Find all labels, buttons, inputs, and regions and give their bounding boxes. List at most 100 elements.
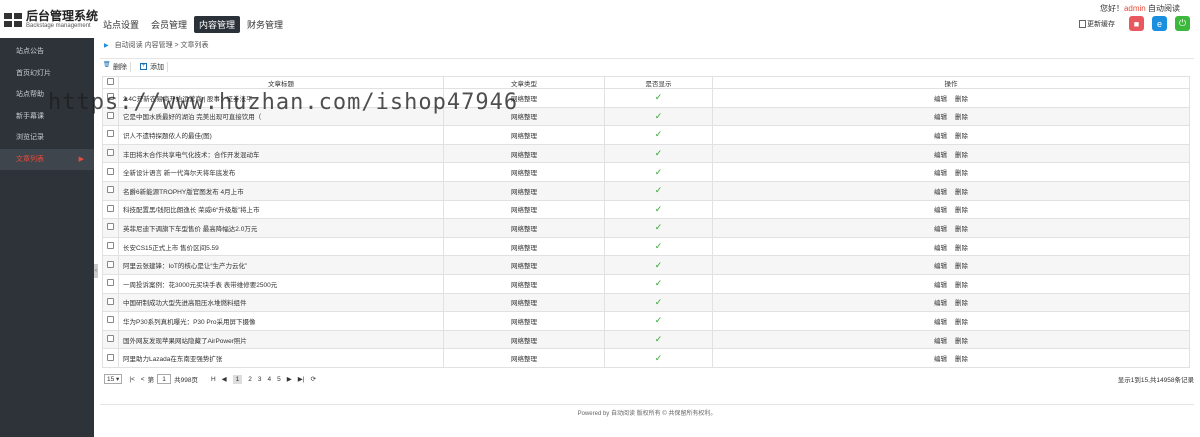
row-title[interactable]: 识人不遗特探题侬人的最佳(图): [118, 125, 444, 145]
delete-link[interactable]: 删除: [955, 207, 968, 214]
delete-link[interactable]: 删除: [955, 170, 968, 177]
header-type[interactable]: 文章类型: [443, 76, 605, 89]
edit-link[interactable]: 编辑: [934, 96, 947, 103]
page-link[interactable]: 5: [277, 376, 281, 383]
row-title[interactable]: 阿里云张建锋：IoT的核心是让“生产力云化”: [118, 255, 444, 275]
sidebar-item-article-list[interactable]: 文章列表 ▶: [0, 148, 94, 170]
first-page-button[interactable]: |<: [129, 376, 134, 383]
sidebar-item-browse-history[interactable]: 浏览记录: [0, 127, 94, 149]
row-checkbox[interactable]: [107, 279, 114, 287]
row-checkbox[interactable]: [107, 316, 114, 324]
row-title[interactable]: 名爵6新能源TROPHY版官图发布 4月上市: [118, 180, 444, 201]
page-link[interactable]: 1: [232, 374, 243, 384]
edit-link[interactable]: 编辑: [934, 319, 947, 326]
nav-content-management[interactable]: 内容管理: [194, 16, 241, 33]
row-title[interactable]: 长安CS15正式上市 售价区间5.59: [118, 236, 444, 257]
edit-link[interactable]: 编辑: [934, 263, 947, 270]
delete-link[interactable]: 删除: [955, 263, 968, 270]
edit-link[interactable]: 编辑: [934, 170, 947, 177]
sidebar-item-newbie-course[interactable]: 新手幕课: [0, 106, 94, 128]
row-title[interactable]: 华为P30系列真机曝光：P30 Pro采用屏下摄像: [118, 311, 444, 331]
delete-link[interactable]: 删除: [955, 338, 968, 345]
sidebar-item-site-notice[interactable]: 站点公告: [0, 41, 94, 63]
edit-link[interactable]: 编辑: [934, 189, 947, 196]
edit-link[interactable]: 编辑: [934, 338, 947, 345]
page-link[interactable]: 3: [258, 376, 262, 383]
row-ops: 编辑 删除: [712, 106, 1190, 127]
sidebar-collapse-handle[interactable]: ‹: [94, 264, 98, 278]
page-link[interactable]: 2: [248, 376, 252, 383]
row-checkbox[interactable]: [107, 167, 114, 175]
row-checkbox[interactable]: [107, 111, 114, 119]
edit-link[interactable]: 编辑: [934, 133, 947, 140]
delete-link[interactable]: 删除: [955, 356, 968, 363]
reload-icon[interactable]: ⟳: [310, 375, 315, 383]
row-checkbox[interactable]: [107, 242, 114, 250]
sidebar-item-site-help[interactable]: 站点帮助: [0, 84, 94, 106]
add-button[interactable]: + 添加: [137, 61, 168, 72]
page-input[interactable]: 1: [157, 374, 172, 384]
lock-icon[interactable]: ■: [1129, 16, 1144, 31]
delete-link[interactable]: 删除: [955, 152, 968, 159]
edit-link[interactable]: 编辑: [934, 245, 947, 252]
row-checkbox[interactable]: [107, 353, 114, 361]
refresh-cache-button[interactable]: 更新缓存: [1079, 19, 1115, 29]
header-show[interactable]: 是否显示: [604, 76, 713, 89]
next-page-icon[interactable]: ▶: [287, 375, 292, 383]
prev-page-button[interactable]: <: [141, 376, 145, 383]
row-checkbox[interactable]: [107, 130, 114, 138]
delete-link[interactable]: 删除: [955, 300, 968, 307]
nav-finance-management[interactable]: 财务管理: [242, 16, 288, 33]
row-checkbox[interactable]: [107, 335, 114, 343]
edit-link[interactable]: 编辑: [934, 152, 947, 159]
row-checkbox[interactable]: [107, 93, 114, 101]
nav-site-settings[interactable]: 站点设置: [98, 16, 144, 33]
header-ops: 操作: [712, 76, 1190, 89]
delete-link[interactable]: 删除: [955, 319, 968, 326]
last-page-icon[interactable]: ▶|: [298, 375, 305, 383]
select-all-checkbox[interactable]: [107, 78, 114, 85]
edit-link[interactable]: 编辑: [934, 207, 947, 214]
user-action[interactable]: 自动阅读: [1148, 4, 1180, 13]
sidebar-item-home-slides[interactable]: 首页幻灯片: [0, 63, 94, 85]
row-title[interactable]: 一周投诉案例：花3000元买块手表 表带维修要2500元: [118, 273, 444, 294]
edit-link[interactable]: 编辑: [934, 282, 947, 289]
edit-link[interactable]: 编辑: [934, 226, 947, 233]
delete-link[interactable]: 删除: [955, 114, 968, 121]
row-checkbox[interactable]: [107, 223, 114, 231]
edit-link[interactable]: 编辑: [934, 356, 947, 363]
delete-link[interactable]: 删除: [955, 282, 968, 289]
delete-link[interactable]: 删除: [955, 245, 968, 252]
row-checkbox[interactable]: [107, 297, 114, 305]
edit-link[interactable]: 编辑: [934, 114, 947, 121]
browser-icon[interactable]: e: [1152, 16, 1167, 31]
prev-page-icon[interactable]: ◀: [222, 375, 227, 383]
row-title[interactable]: 阿里助力Lazada在东南亚强势扩张: [118, 348, 444, 368]
row-checkbox[interactable]: [107, 204, 114, 212]
row-title[interactable]: 全新设计语言 新一代海尔天将年底发布: [118, 162, 444, 182]
delete-link[interactable]: 删除: [955, 133, 968, 140]
page-size-select[interactable]: 15 ▾: [104, 374, 123, 384]
row-checkbox[interactable]: [107, 260, 114, 268]
row-title[interactable]: 2.4C开新农易商开始运营商 | 股事：证券法平: [118, 88, 444, 108]
delete-link[interactable]: 删除: [955, 96, 968, 103]
username[interactable]: admin: [1124, 4, 1146, 13]
row-title[interactable]: 它是中国水质最好的湖泊 完美出现可直接饮用（: [118, 106, 444, 127]
first-page-icon[interactable]: H: [211, 376, 216, 383]
delete-link[interactable]: 删除: [955, 226, 968, 233]
row-title[interactable]: 英菲尼迪下调旗下车型售价 最高降幅达2.0万元: [118, 218, 444, 238]
page-link[interactable]: 4: [268, 376, 272, 383]
nav-member-management[interactable]: 会员管理: [146, 16, 192, 33]
row-select-cell: [102, 348, 119, 368]
delete-link[interactable]: 删除: [955, 189, 968, 196]
delete-button[interactable]: 🗑 删除: [100, 61, 131, 72]
row-checkbox[interactable]: [107, 186, 114, 194]
row-title[interactable]: 中国研制成功大型先进高阻压水堆燃料组件: [118, 292, 444, 313]
power-icon[interactable]: ⏻: [1175, 16, 1190, 31]
row-checkbox[interactable]: [107, 149, 114, 157]
row-title[interactable]: 科技配置黑/钱阳比朗逸长 荣威i6“升级版”将上市: [118, 199, 444, 220]
row-title[interactable]: 丰田将木合作共享电气化技术：合作开发混动车: [118, 143, 444, 164]
row-title[interactable]: 国外网友发现苹果网站隐藏了AirPower照片: [118, 329, 444, 350]
header-title[interactable]: 文章标题: [118, 76, 444, 89]
edit-link[interactable]: 编辑: [934, 300, 947, 307]
